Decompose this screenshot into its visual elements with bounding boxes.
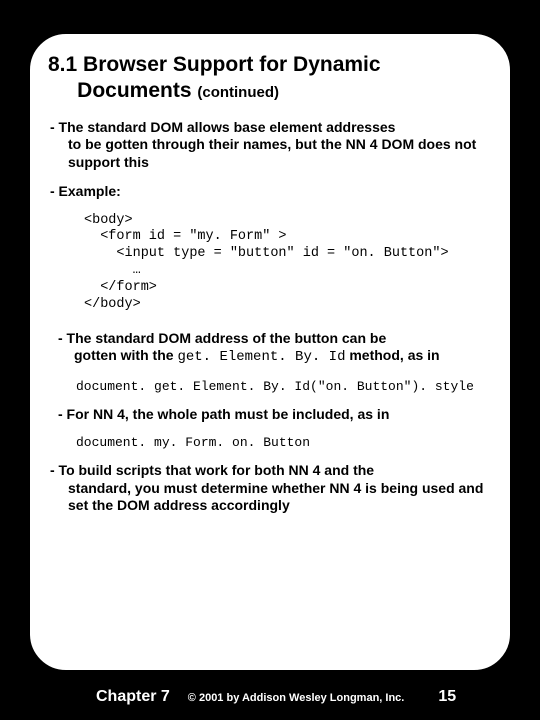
code-line-getelement: document. get. Element. By. Id("on. Butt… — [44, 379, 496, 394]
bullet-text: - To build scripts that work for both NN… — [50, 462, 374, 478]
footer-copyright: © 2001 by Addison Wesley Longman, Inc. — [188, 692, 405, 704]
slide-title: 8.1 Browser Support for Dynamic Document… — [44, 52, 496, 105]
code-block-html: <body> <form id = "my. Form" > <input ty… — [44, 213, 496, 314]
bullet-nn4-path: - For NN 4, the whole path must be inclu… — [44, 406, 496, 424]
bullet-text: - For NN 4, the whole path must be inclu… — [58, 406, 389, 422]
bullet-text-cont: gotten with the get. Element. By. Id met… — [58, 347, 496, 367]
bullet-text: - The standard DOM allows base element a… — [50, 119, 395, 135]
bullet-getelementbyid: - The standard DOM address of the button… — [44, 330, 496, 367]
slide-frame: 8.1 Browser Support for Dynamic Document… — [28, 32, 512, 672]
footer-page-number: 15 — [438, 688, 456, 706]
code-inline: get. Element. By. Id — [177, 349, 345, 365]
bullet-both-scripts: - To build scripts that work for both NN… — [44, 462, 496, 515]
title-line2: Documents — [48, 79, 197, 102]
footer-chapter: Chapter 7 — [96, 688, 170, 706]
bullet-text: - The standard DOM address of the button… — [58, 330, 386, 346]
bullet-example-label: - Example: — [44, 183, 496, 201]
bullet-text-cont: standard, you must determine whether NN … — [50, 480, 496, 515]
bullet-text: - Example: — [50, 183, 121, 199]
slide-footer: Chapter 7 © 2001 by Addison Wesley Longm… — [0, 688, 540, 706]
bullet-dom-names: - The standard DOM allows base element a… — [44, 119, 496, 172]
bullet-text-cont: to be gotten through their names, but th… — [50, 136, 496, 171]
text-part: method, as in — [345, 347, 439, 363]
code-line-nn4: document. my. Form. on. Button — [44, 435, 496, 450]
text-part: gotten with the — [74, 347, 177, 363]
title-continued: (continued) — [197, 84, 279, 101]
title-line1: 8.1 Browser Support for Dynamic — [48, 53, 381, 76]
